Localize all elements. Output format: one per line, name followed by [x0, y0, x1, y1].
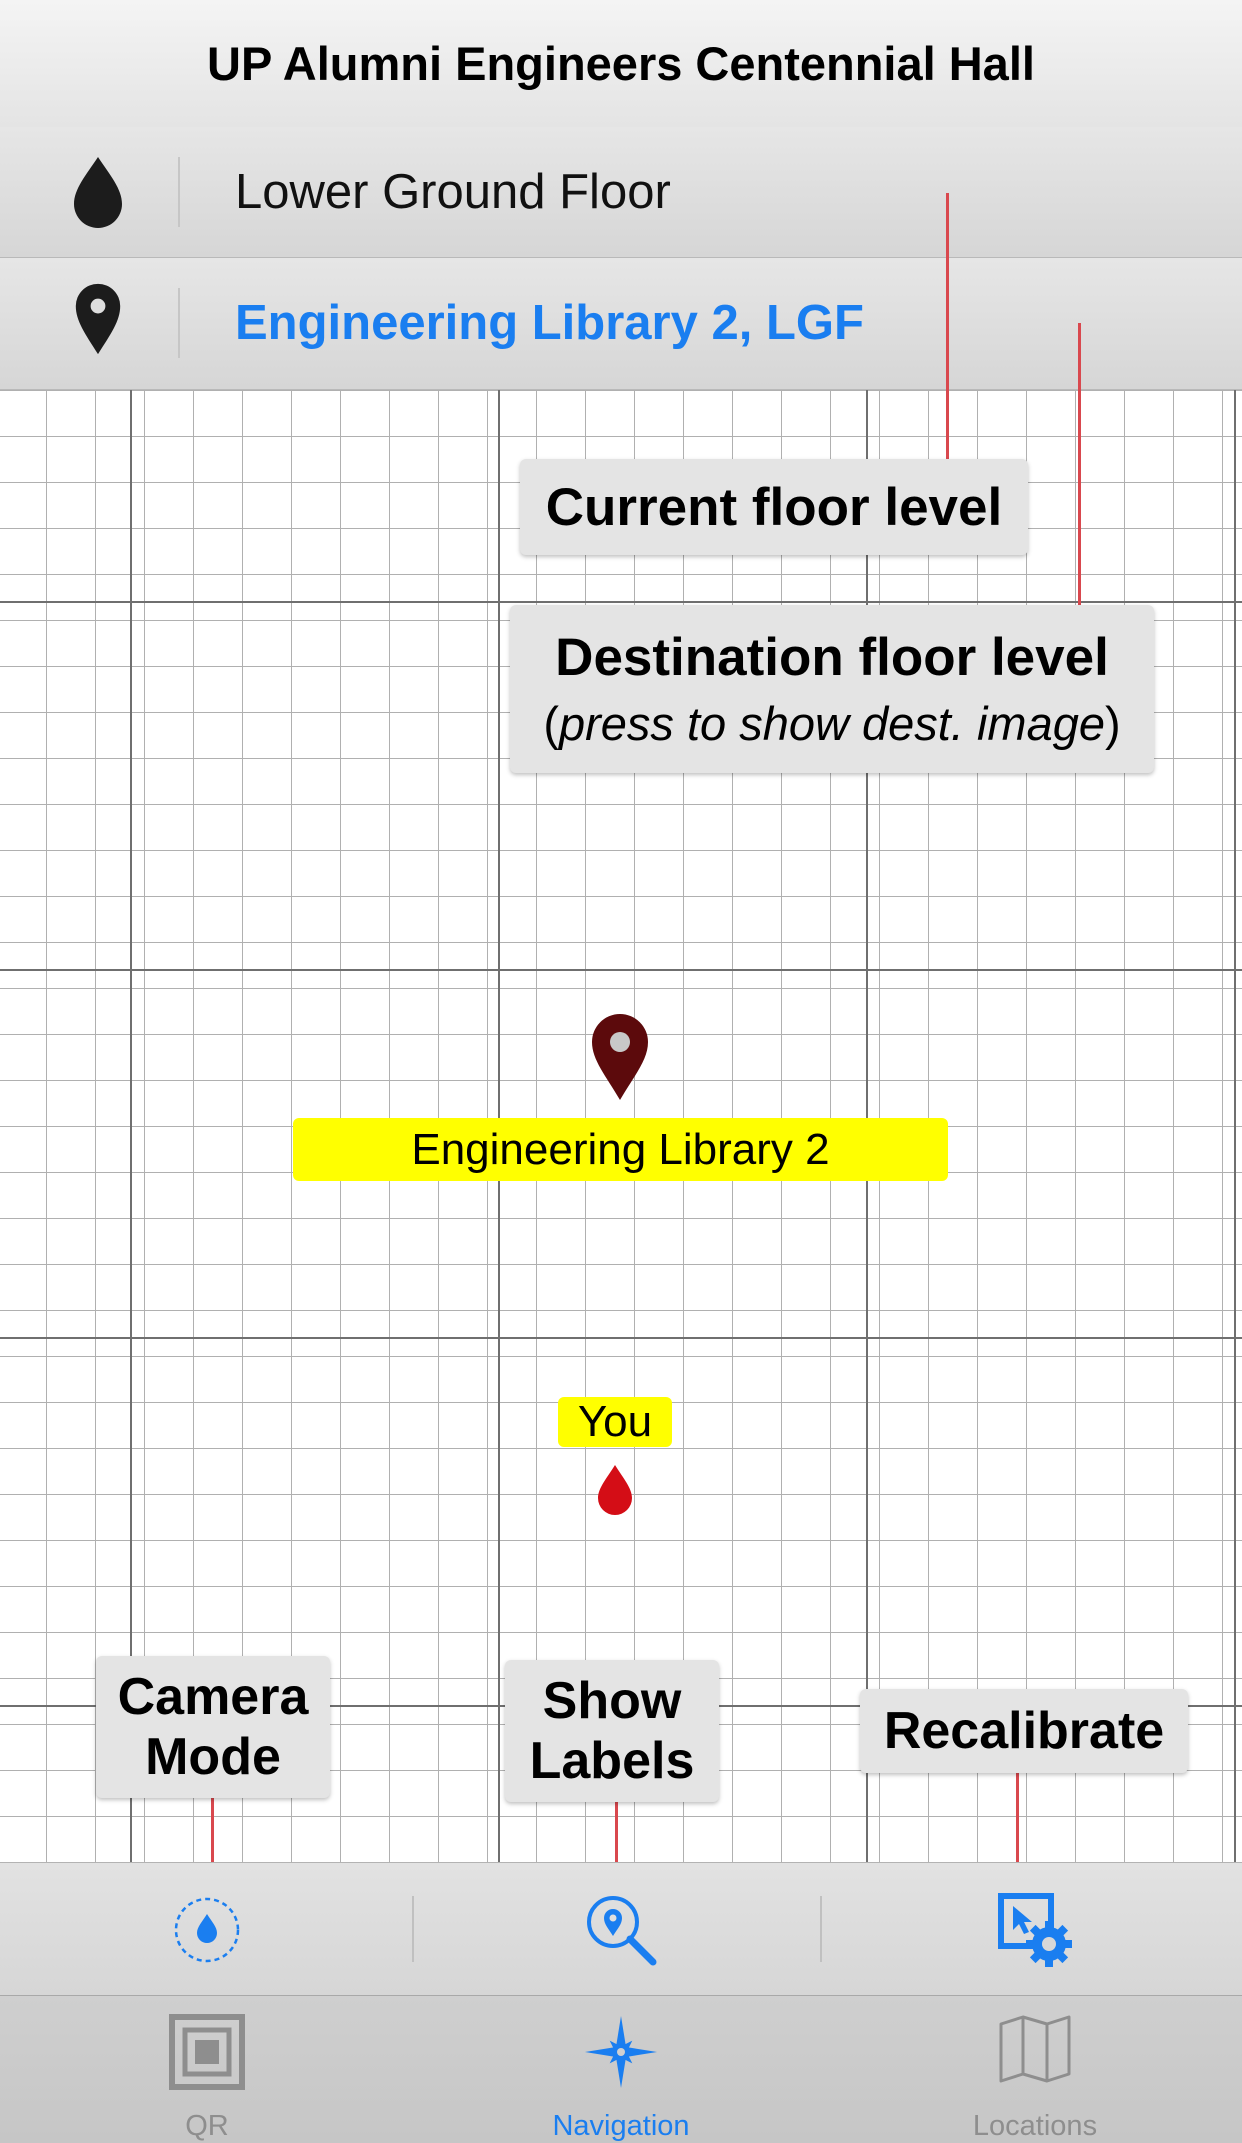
- tab-navigation-label: Navigation: [552, 2110, 690, 2142]
- current-floor-row: Lower Ground Floor: [0, 127, 1242, 258]
- destination-callout: Destination floor level (press to show d…: [510, 605, 1154, 773]
- building-title-text: UP Alumni Engineers Centennial Hall: [207, 37, 1035, 90]
- search-location-icon: [587, 1895, 657, 1965]
- destination-label[interactable]: Engineering Library 2, LGF: [235, 258, 864, 388]
- camera-mode-button[interactable]: [0, 1863, 414, 1996]
- current-floor-callout-text: Current floor level: [545, 477, 1003, 537]
- map-icon: [999, 2015, 1071, 2083]
- recalibrate-callout-text: Recalibrate: [883, 1702, 1165, 1760]
- show-labels-button[interactable]: [414, 1863, 828, 1996]
- labels-callout-line2: Labels: [529, 1732, 695, 1790]
- destination-annotation-line: [1078, 323, 1081, 619]
- hint-open-paren: (: [543, 697, 559, 750]
- row-separator: [178, 157, 180, 227]
- destination-map-label: Engineering Library 2: [293, 1118, 948, 1181]
- camera-annotation-line: [211, 1792, 214, 1864]
- compass-star-icon: [585, 2016, 657, 2088]
- labels-annotation-line: [615, 1796, 618, 1864]
- destination-pin-icon[interactable]: [590, 1012, 650, 1102]
- destination-map-label-text: Engineering Library 2: [411, 1124, 830, 1174]
- recalibrate-button[interactable]: [828, 1863, 1242, 1996]
- user-location-icon: [598, 1465, 632, 1515]
- location-drop-circle-icon: [174, 1897, 240, 1962]
- labels-callout-line1: Show: [542, 1672, 682, 1730]
- toolbar-separator: [820, 1896, 822, 1962]
- camera-mode-callout: Camera Mode: [96, 1656, 330, 1798]
- recalibrate-callout: Recalibrate: [860, 1689, 1188, 1773]
- current-floor-callout: Current floor level: [520, 459, 1028, 555]
- building-title: UP Alumni Engineers Centennial Hall: [0, 0, 1242, 128]
- current-floor-annotation-line: [946, 193, 949, 483]
- tab-locations[interactable]: Locations: [828, 1996, 1242, 2143]
- destination-callout-title: Destination floor level: [555, 628, 1109, 687]
- location-drop-icon: [74, 157, 122, 228]
- row-separator: [178, 288, 180, 358]
- tab-qr-label: QR: [185, 2110, 229, 2142]
- tab-locations-label: Locations: [972, 2110, 1098, 2142]
- map-pin-icon: [75, 283, 121, 355]
- camera-callout-line1: Camera: [117, 1668, 309, 1726]
- current-floor-label: Lower Ground Floor: [235, 165, 671, 219]
- tab-bar: QR Navigation Locations: [0, 1995, 1242, 2143]
- user-map-label-text: You: [577, 1397, 653, 1446]
- hint-close-paren: ): [1105, 697, 1121, 750]
- camera-callout-line2: Mode: [145, 1728, 281, 1786]
- user-map-label: You: [558, 1397, 672, 1447]
- recalibrate-annotation-line: [1016, 1766, 1019, 1864]
- hint-text: press to show dest. image: [559, 697, 1105, 750]
- destination-row[interactable]: Engineering Library 2, LGF: [0, 258, 1242, 390]
- tab-navigation[interactable]: Navigation: [414, 1996, 828, 2143]
- destination-callout-hint: (press to show dest. image): [543, 696, 1120, 751]
- show-labels-callout: Show Labels: [505, 1660, 719, 1802]
- qr-icon: [169, 2014, 245, 2090]
- recalibrate-gear-icon: [998, 1892, 1072, 1967]
- map-toolbar: [0, 1862, 1242, 1996]
- tab-qr[interactable]: QR: [0, 1996, 414, 2143]
